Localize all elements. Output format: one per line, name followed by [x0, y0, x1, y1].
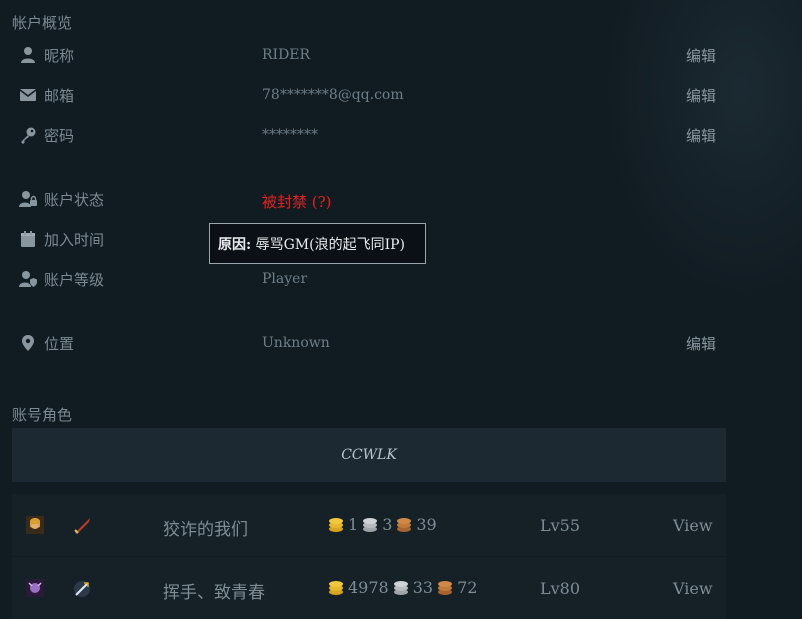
user-icon [18, 45, 38, 65]
key-icon [18, 125, 38, 145]
character-money: 1 3 39 [324, 515, 437, 534]
user-shield-icon [18, 269, 38, 289]
character-name: 挥手、致青春 [163, 583, 265, 603]
nightelf-female-icon [26, 579, 44, 597]
warrior-sword-icon [72, 516, 92, 536]
character-name: 狡诈的我们 [163, 520, 248, 540]
gold-amount: 4978 [348, 578, 389, 597]
edit-email-button[interactable]: 编辑 [686, 85, 716, 106]
human-female-icon [26, 516, 44, 534]
field-nickname: 昵称 RIDER 编辑 [0, 43, 730, 67]
tooltip-prefix: 原因: [218, 237, 252, 253]
view-character-link[interactable]: View [673, 579, 713, 598]
character-row: 狡诈的我们 1 3 39 Lv55 View [12, 494, 726, 556]
edit-location-button[interactable]: 编辑 [686, 333, 716, 354]
account-status-banned-link[interactable]: 被封禁 (?) [262, 191, 332, 212]
copper-coin-icon [436, 579, 454, 597]
character-level: Lv55 [540, 516, 581, 535]
ban-reason-tooltip: 原因: 辱骂GM(浪的起飞同IP) [209, 223, 426, 264]
edit-nickname-button[interactable]: 编辑 [686, 45, 716, 66]
characters-title: 账号角色 [12, 406, 73, 424]
copper-amount: 39 [416, 515, 437, 534]
gold-amount: 1 [348, 515, 359, 534]
field-label: 账户等级 [44, 271, 105, 289]
field-account-level: 账户等级 Player [0, 267, 730, 291]
copper-coin-icon [395, 516, 413, 534]
character-money: 4978 33 72 [324, 578, 477, 597]
realm-header: CCWLK [12, 428, 726, 482]
field-label: 密码 [44, 127, 75, 145]
location-value: Unknown [262, 335, 330, 351]
account-level-value: Player [262, 271, 308, 287]
deathknight-icon [72, 579, 92, 599]
field-label: 邮箱 [44, 87, 75, 105]
email-value: 78*******8@qq.com [262, 87, 404, 103]
silver-amount: 3 [382, 515, 393, 534]
account-overview-title: 帐户概览 [12, 14, 73, 32]
field-label: 加入时间 [44, 231, 105, 249]
edit-password-button[interactable]: 编辑 [686, 125, 716, 146]
field-label: 位置 [44, 335, 75, 353]
field-email: 邮箱 78*******8@qq.com 编辑 [0, 83, 730, 107]
gold-coin-icon [327, 516, 345, 534]
map-pin-icon [18, 333, 38, 353]
silver-coin-icon [392, 579, 410, 597]
silver-coin-icon [361, 516, 379, 534]
copper-amount: 72 [457, 578, 478, 597]
field-location: 位置 Unknown 编辑 [0, 331, 730, 355]
calendar-icon [18, 229, 38, 249]
password-value: ******** [262, 127, 318, 143]
silver-amount: 33 [412, 578, 434, 597]
field-password: 密码 ******** 编辑 [0, 123, 730, 147]
field-label: 昵称 [44, 47, 75, 65]
nickname-value: RIDER [262, 47, 311, 63]
field-account-status: 账户状态 被封禁 (?) [0, 187, 730, 211]
character-row: 挥手、致青春 4978 33 72 Lv80 View [12, 557, 726, 619]
view-character-link[interactable]: View [673, 516, 713, 535]
envelope-icon [18, 85, 38, 105]
tooltip-text: 辱骂GM(浪的起飞同IP) [255, 237, 406, 253]
gold-coin-icon [327, 579, 345, 597]
field-label: 账户状态 [44, 191, 105, 209]
character-level: Lv80 [540, 579, 581, 598]
user-lock-icon [18, 189, 38, 209]
